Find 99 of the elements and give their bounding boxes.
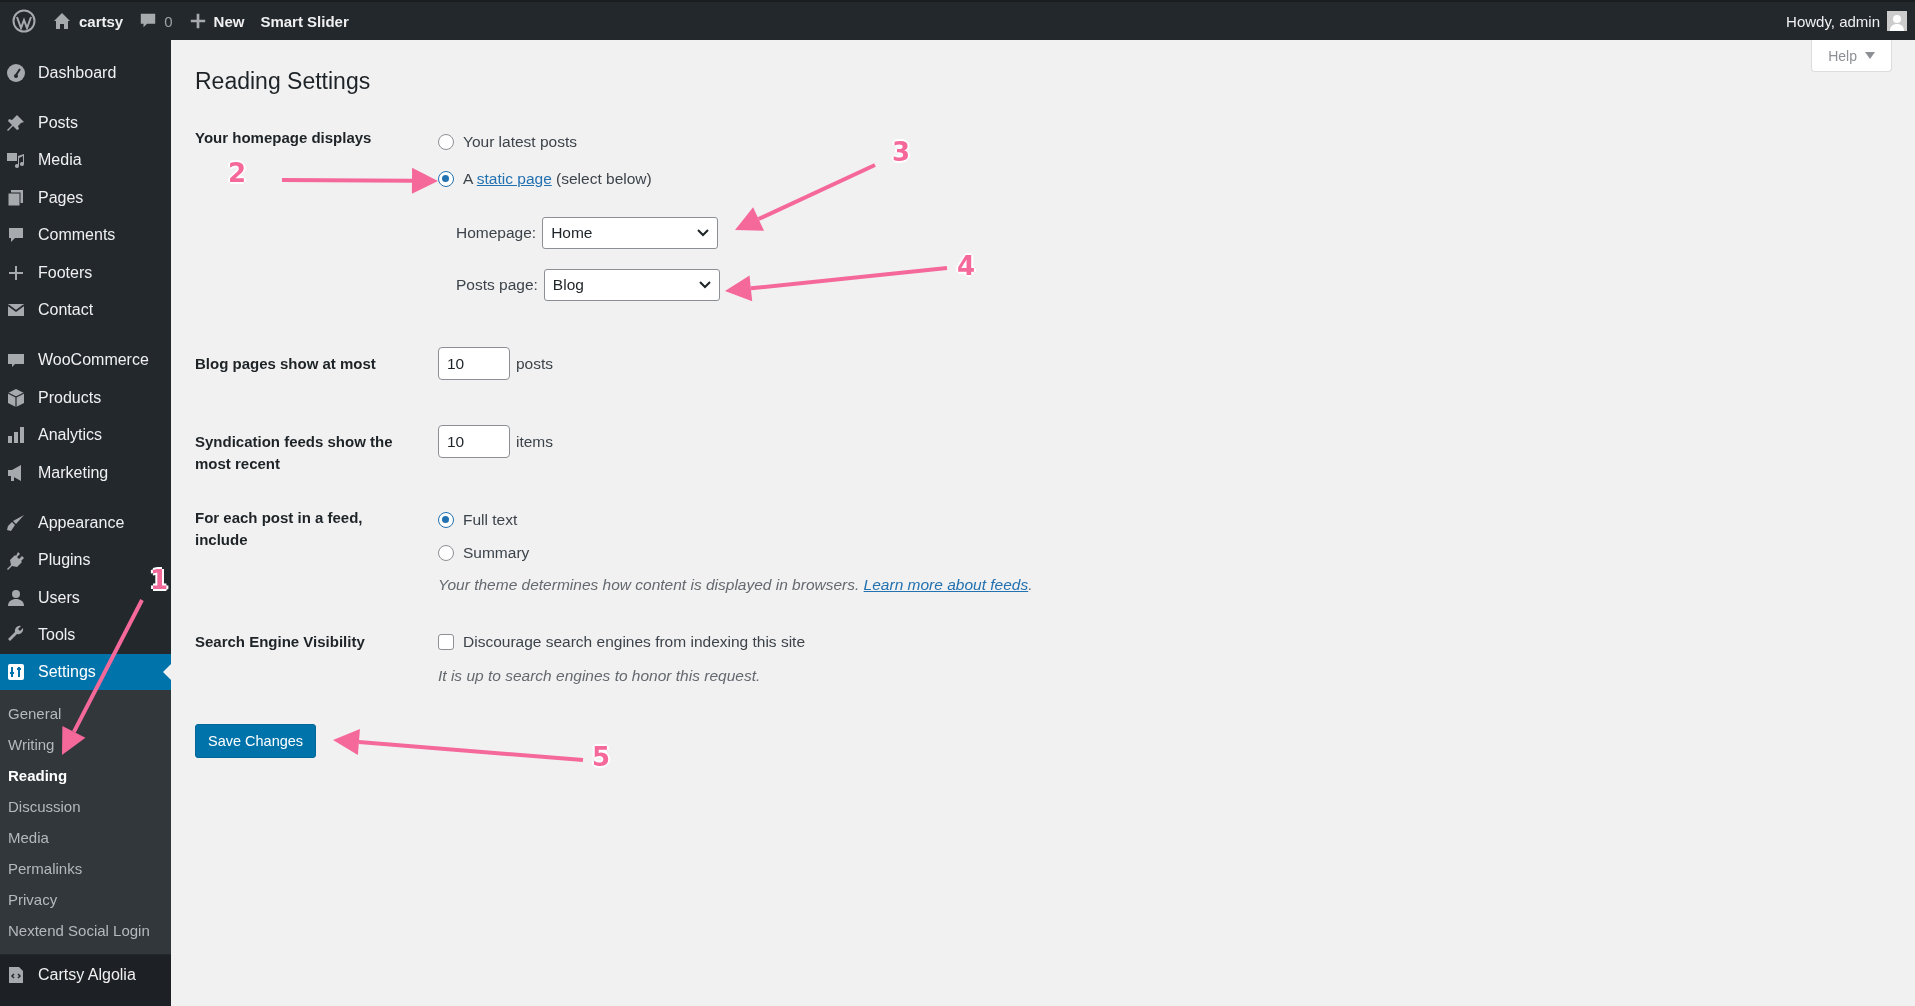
help-text: Your theme determines how content is displayed in browsers. Learn more about feeds.	[438, 575, 1034, 595]
setting-label: Search Engine Visibility	[195, 632, 366, 652]
link[interactable]: static page	[476, 169, 552, 187]
menu-item[interactable]: Dashboard	[0, 54, 171, 92]
radio-button[interactable]	[438, 133, 454, 150]
menu-label: Dashboard	[38, 63, 117, 82]
comment-count: 0	[164, 12, 173, 30]
radio-label: Your latest posts	[463, 132, 578, 151]
page-title: Reading Settings	[195, 67, 371, 96]
logo-icon	[12, 9, 36, 33]
menu-item[interactable]: Pages	[0, 179, 171, 217]
sliders-icon	[6, 662, 26, 682]
brush-icon	[6, 512, 26, 533]
menu-label: Pages	[38, 188, 84, 207]
new-label: New	[213, 12, 245, 30]
site-name: cartsy	[79, 12, 124, 30]
checkbox[interactable]	[438, 633, 454, 650]
submenu-item[interactable]: Writing	[0, 729, 171, 760]
dropdown[interactable]: Home	[542, 217, 719, 249]
menu-label: Analytics	[38, 426, 103, 445]
step-number: 1	[150, 565, 169, 595]
menu-item[interactable]: Footers	[0, 254, 171, 292]
menu-item[interactable]: Analytics	[0, 416, 171, 454]
menu-item[interactable]: Marketing	[0, 454, 171, 492]
dropdown[interactable]: Blog	[543, 269, 720, 301]
pin-icon	[6, 112, 26, 133]
unit-label: posts	[516, 354, 554, 373]
radio-label: Full text	[463, 510, 518, 529]
menu-label: Contact	[38, 301, 94, 320]
comments-link[interactable]: 0	[131, 2, 181, 40]
menu-item[interactable]: Comments	[0, 216, 171, 254]
menu-label: Comments	[38, 226, 116, 245]
submenu-item[interactable]: Permalinks	[0, 853, 171, 884]
save-button[interactable]: Save Changes	[195, 724, 317, 758]
menu-item[interactable]: Media	[0, 141, 171, 179]
menu-label: Settings	[38, 663, 96, 681]
chevron-icon	[698, 281, 711, 289]
setting-label: Your homepage displays	[195, 128, 373, 148]
caret-icon	[1865, 52, 1875, 59]
number-field[interactable]: 10	[438, 425, 510, 458]
radio-button[interactable]	[438, 511, 454, 528]
number-field[interactable]: 10	[438, 347, 510, 380]
radio-label: Summary	[463, 543, 530, 562]
gauge-icon	[6, 62, 26, 83]
chevron-icon	[697, 229, 710, 237]
plugin-link[interactable]: Smart Slider	[252, 2, 357, 40]
setting-label: Syndication feeds show the most recent	[195, 432, 394, 474]
submenu-item[interactable]: Discussion	[0, 791, 171, 822]
field-label: Homepage:	[456, 224, 537, 242]
photo-music-icon	[6, 150, 26, 171]
menu-item[interactable]: Appearance	[0, 504, 171, 542]
menu-item[interactable]: Contact	[0, 291, 171, 329]
setting-label: Blog pages show at most	[195, 354, 377, 374]
menu-label: Users	[38, 588, 80, 607]
menu-label: Posts	[38, 113, 78, 132]
step-number: 2	[228, 158, 247, 188]
house-icon	[52, 11, 72, 31]
menu-label: Tools	[38, 626, 76, 645]
menu-label: Footers	[38, 263, 93, 282]
menu-item[interactable]: Settings	[0, 654, 171, 690]
submenu-item[interactable]: Nextend Social Login	[0, 915, 171, 946]
field-label: Posts page:	[456, 276, 538, 294]
submenu-item[interactable]: Reading	[0, 760, 171, 791]
menu-label: Products	[38, 388, 102, 407]
menu-label: Media	[38, 151, 82, 170]
plug-icon	[6, 550, 26, 571]
plus-icon	[188, 12, 207, 30]
step-number: 3	[892, 137, 911, 167]
greeting: Howdy, admin	[1786, 12, 1880, 30]
document-icon	[6, 187, 26, 208]
new-link[interactable]: New	[180, 2, 253, 40]
submenu-item[interactable]: Media	[0, 822, 171, 853]
account-link[interactable]: Howdy, admin	[1778, 2, 1915, 40]
radio-button[interactable]	[438, 544, 454, 561]
submenu-item[interactable]: Privacy	[0, 884, 171, 915]
step-number: 5	[592, 742, 611, 772]
menu-label: WooCommerce	[38, 351, 149, 370]
step-number: 4	[957, 251, 976, 281]
menu-item[interactable]: Products	[0, 379, 171, 417]
unit-label: items	[516, 432, 554, 451]
submenu-item[interactable]: General	[0, 698, 171, 729]
box-icon	[6, 387, 26, 408]
bar-chart-icon	[6, 425, 26, 446]
setting-label: For each post in a feed, include	[195, 508, 364, 550]
user-icon	[6, 587, 26, 608]
help-text: It is up to search engines to honor this request.	[438, 666, 762, 686]
checkbox-label: Discourage search engines from indexing this site	[463, 632, 806, 651]
avatar-icon	[1887, 11, 1907, 31]
code-file-icon	[6, 965, 26, 985]
menu-label: Plugins	[38, 551, 91, 570]
site-name-link[interactable]: cartsy	[44, 2, 132, 40]
menu-label: Cartsy Algolia	[38, 966, 136, 984]
menu-label: Appearance	[38, 513, 125, 532]
menu-item[interactable]: Posts	[0, 104, 171, 142]
menu-label: Marketing	[38, 463, 109, 482]
menu-item[interactable]: WooCommerce	[0, 341, 171, 379]
radio-label: A static page (select below)	[463, 169, 652, 188]
menu-item[interactable]: Tools	[0, 616, 171, 654]
radio-button[interactable]	[438, 170, 454, 187]
